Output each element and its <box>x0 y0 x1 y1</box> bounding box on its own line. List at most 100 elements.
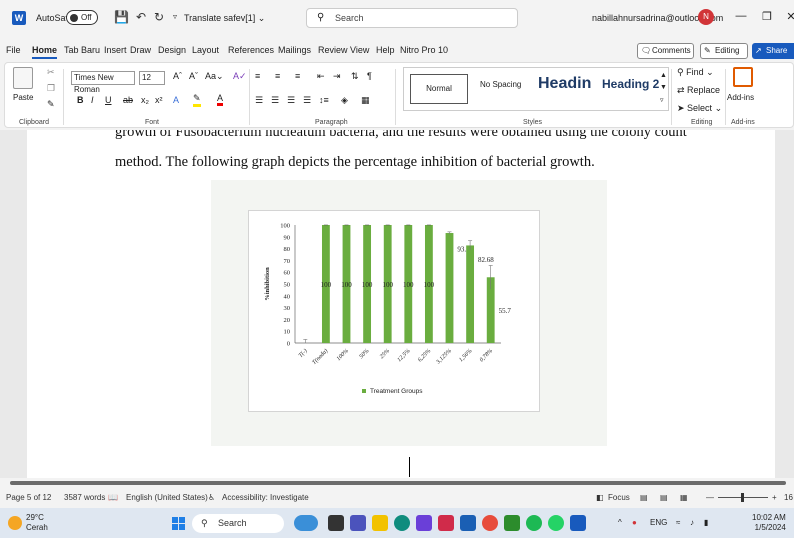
tab-tab-baru[interactable]: Tab Baru <box>64 45 100 55</box>
editing-mode-button[interactable]: ✎ Editing ⌄ <box>700 43 748 69</box>
edge-icon[interactable] <box>394 515 410 531</box>
change-case-icon[interactable]: Aa⌄ <box>205 71 224 82</box>
paste-icon[interactable] <box>13 67 33 89</box>
word-count[interactable]: 3587 words <box>64 493 105 502</box>
style-no-spacing[interactable]: No Spacing <box>480 80 521 89</box>
whatsapp-icon[interactable] <box>548 515 564 531</box>
show-marks-icon[interactable]: ¶ <box>367 71 372 81</box>
focus-button[interactable]: Focus <box>608 493 630 502</box>
add-ins-button[interactable]: Add-ins <box>727 93 754 102</box>
tab-view[interactable]: View <box>350 45 369 55</box>
multilevel-list-icon[interactable]: ≡ <box>295 71 300 81</box>
mail-icon[interactable] <box>438 515 454 531</box>
file-explorer-icon[interactable] <box>372 515 388 531</box>
tab-design[interactable]: Design <box>158 45 186 55</box>
zoom-level[interactable]: 16 <box>784 493 793 502</box>
title-search-box[interactable]: ⚲ Search <box>306 8 518 28</box>
figure-image[interactable]: 0 10 20 30 40 50 60 70 80 90 100 %inhibition T(-) 100… <box>211 180 607 446</box>
customize-toolbar-icon[interactable]: ▿ <box>168 10 182 24</box>
wifi-icon[interactable]: ≈ <box>676 518 680 527</box>
weather-icon[interactable] <box>8 516 22 530</box>
borders-icon[interactable]: ▦ <box>361 95 370 106</box>
read-mode-icon[interactable]: ▤ <box>640 493 648 502</box>
print-layout-icon[interactable]: ▤ <box>660 493 668 502</box>
page-count[interactable]: Page 5 of 12 <box>6 493 51 502</box>
add-ins-icon[interactable] <box>733 67 753 87</box>
language[interactable]: English (United States) <box>126 493 208 502</box>
widgets-icon[interactable] <box>294 515 318 531</box>
style-normal[interactable]: Normal <box>410 74 468 104</box>
proofing-icon[interactable]: 📖 <box>108 493 118 502</box>
tab-file[interactable]: File <box>6 45 21 55</box>
share-button[interactable]: ↗ Share <box>752 43 794 59</box>
tab-nitro-pro-10[interactable]: Nitro Pro 10 <box>400 45 448 55</box>
tray-overflow-icon[interactable]: ^ <box>618 518 622 527</box>
find-button[interactable]: ⚲ Find ⌄ <box>677 67 714 78</box>
zoom-out-button[interactable]: — <box>706 493 714 502</box>
replace-button[interactable]: ⇄ Replace <box>677 85 720 96</box>
tab-mailings[interactable]: Mailings <box>278 45 311 55</box>
justify-icon[interactable]: ☰ <box>303 95 311 106</box>
spotify-icon[interactable] <box>526 515 542 531</box>
styles-scroll-down-icon[interactable]: ▼ <box>660 84 667 91</box>
scrollbar-thumb[interactable] <box>10 481 786 485</box>
document-title[interactable]: Translate safev[1] ⌄ <box>184 13 265 24</box>
italic-button[interactable]: I <box>91 95 94 105</box>
task-view-icon[interactable] <box>328 515 344 531</box>
paste-button[interactable]: Paste <box>13 93 33 102</box>
align-center-icon[interactable]: ☰ <box>271 95 279 106</box>
accessibility-status[interactable]: Accessibility: Investigate <box>222 493 309 502</box>
text-effects-icon[interactable]: A <box>173 95 179 105</box>
align-right-icon[interactable]: ☰ <box>287 95 295 106</box>
tab-help[interactable]: Help <box>376 45 395 55</box>
shrink-font-icon[interactable]: Aˇ <box>189 71 198 81</box>
copy-icon[interactable]: ❐ <box>47 83 55 94</box>
styles-scroll-up-icon[interactable]: ▲ <box>660 72 667 79</box>
undo-icon[interactable]: ↶ <box>134 10 148 24</box>
highlight-icon[interactable]: ✎ <box>193 93 201 107</box>
app-icon-green[interactable] <box>504 515 520 531</box>
tab-draw[interactable]: Draw <box>130 45 151 55</box>
comments-button[interactable]: 🗨 Comments <box>637 43 694 59</box>
redo-icon[interactable]: ↻ <box>152 10 166 24</box>
style-heading1[interactable]: Headin <box>538 75 591 93</box>
subscript-icon[interactable]: x₂ <box>141 95 149 105</box>
bold-button[interactable]: B <box>77 95 84 105</box>
shading-icon[interactable]: ◈ <box>341 95 348 106</box>
line-spacing-icon[interactable]: ↕≡ <box>319 95 329 105</box>
close-button[interactable]: ✕ <box>784 10 794 23</box>
clock[interactable]: 10:02 AM 1/5/2024 <box>752 513 786 533</box>
font-name-select[interactable]: Times New Roman <box>71 71 135 94</box>
style-heading2[interactable]: Heading 2 <box>602 77 659 91</box>
weather-widget[interactable]: 29°C Cerah <box>26 513 48 533</box>
avatar[interactable]: N <box>698 9 714 25</box>
tab-insert[interactable]: Insert <box>104 45 127 55</box>
underline-button[interactable]: U <box>105 95 112 105</box>
select-button[interactable]: ➤ Select ⌄ <box>677 103 722 114</box>
format-painter-icon[interactable]: ✎ <box>47 99 55 110</box>
app-icon[interactable] <box>460 515 476 531</box>
decrease-indent-icon[interactable]: ⇤ <box>317 71 325 82</box>
document-page[interactable]: growth of Fusobacterium nucleatum bacter… <box>27 130 775 478</box>
align-left-icon[interactable]: ☰ <box>255 95 263 106</box>
teams-icon[interactable] <box>350 515 366 531</box>
volume-icon[interactable]: ♪ <box>690 518 694 527</box>
web-layout-icon[interactable]: ▦ <box>680 493 688 502</box>
tray-app-icon[interactable]: ● <box>632 518 637 527</box>
bullets-icon[interactable]: ≡ <box>255 71 260 81</box>
autosave-toggle[interactable]: Off <box>66 10 98 25</box>
store-icon[interactable] <box>416 515 432 531</box>
increase-indent-icon[interactable]: ⇥ <box>333 71 341 82</box>
tab-layout[interactable]: Layout <box>192 45 219 55</box>
clear-formatting-icon[interactable]: A✓ <box>233 71 247 82</box>
cut-icon[interactable]: ✂ <box>47 67 55 78</box>
horizontal-scrollbar[interactable] <box>0 478 794 488</box>
minimize-button[interactable]: — <box>734 10 748 22</box>
start-button[interactable] <box>172 517 185 530</box>
strikethrough-icon[interactable]: ab <box>123 95 133 105</box>
zoom-in-button[interactable]: + <box>772 493 777 502</box>
styles-expand-icon[interactable]: ▿ <box>660 96 664 104</box>
restore-button[interactable]: ❐ <box>760 10 774 23</box>
tab-review[interactable]: Review <box>318 45 348 55</box>
battery-icon[interactable]: ▮ <box>704 518 708 527</box>
